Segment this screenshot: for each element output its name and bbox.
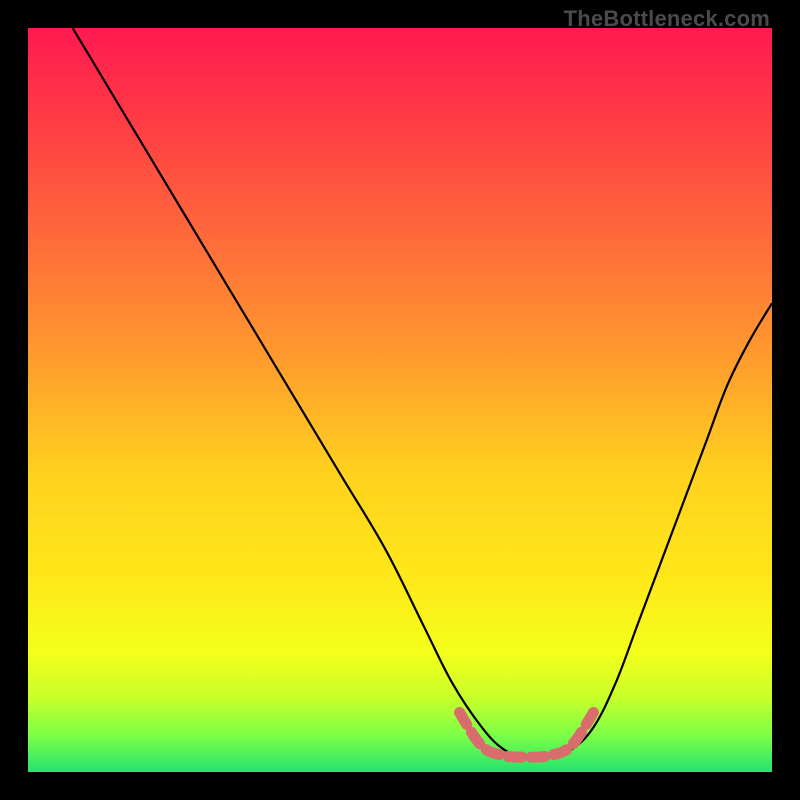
- bottleneck-chart: [28, 28, 772, 772]
- chart-frame: TheBottleneck.com: [0, 0, 800, 800]
- plot-area: [28, 28, 772, 772]
